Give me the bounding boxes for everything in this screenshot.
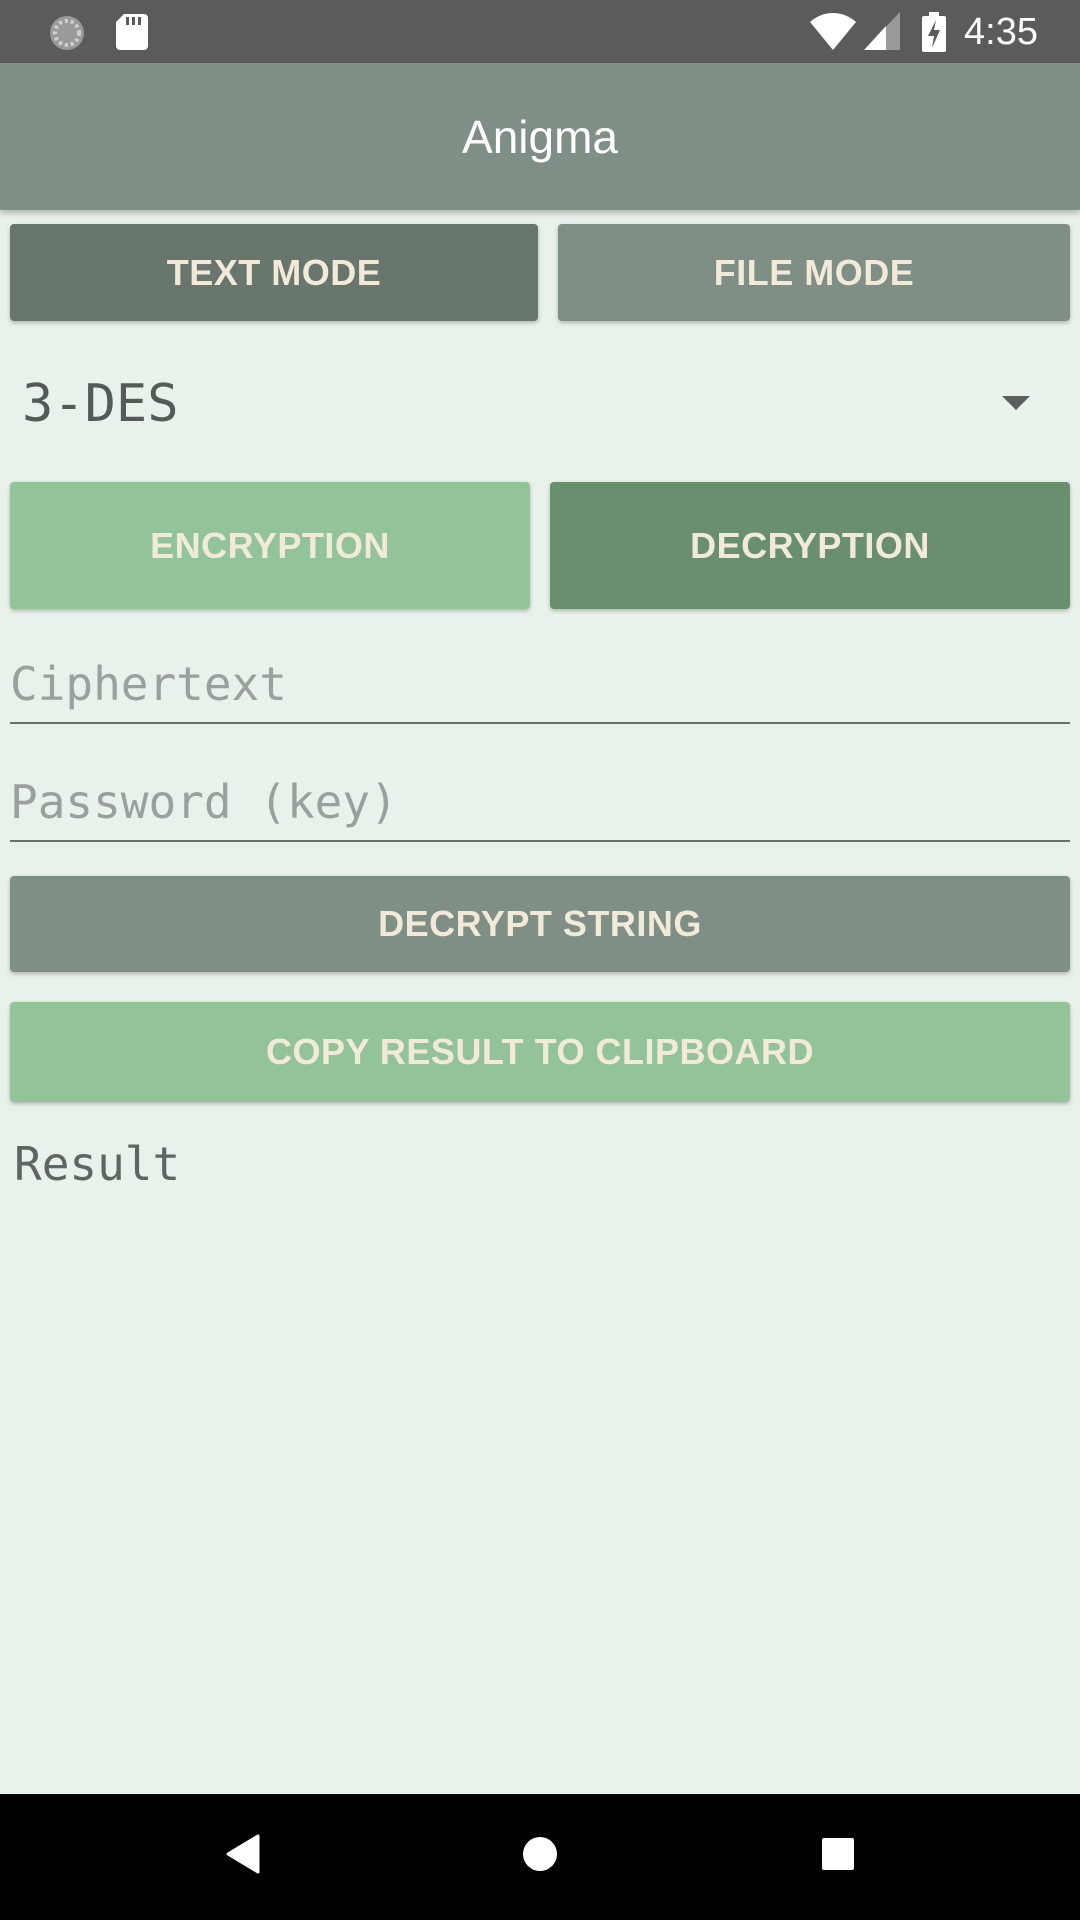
decryption-button[interactable]: DECRYPTION [550,482,1070,609]
copy-result-button[interactable]: COPY RESULT TO CLIPBOARD [10,1002,1070,1102]
result-text: Result [14,1137,181,1191]
wifi-icon [810,12,856,55]
dropdown-arrow-icon [1002,396,1030,410]
text-mode-button[interactable]: TEXT MODE [10,224,538,321]
status-time: 4:35 [964,11,1038,53]
app-bar: Anigma [0,63,1080,210]
password-field-container [10,760,1070,842]
back-icon[interactable] [224,1834,260,1879]
app-title: Anigma [462,111,618,163]
navigation-bar [0,1794,1080,1920]
algorithm-selected-value: 3-DES [22,374,179,434]
password-input[interactable] [10,774,1070,830]
decrypt-string-button[interactable]: DECRYPT STRING [10,876,1070,972]
battery-charging-icon [922,12,946,57]
algorithm-dropdown[interactable]: 3-DES [10,350,1070,460]
app-screen: 4:35 Anigma TEXT MODE FILE MODE 3-DES EN… [0,0,1080,1920]
ciphertext-field-container [10,642,1070,724]
status-bar: 4:35 [0,0,1080,63]
sync-icon [48,14,86,57]
recents-icon[interactable] [820,1834,856,1879]
sd-card-icon [116,14,148,55]
file-mode-button[interactable]: FILE MODE [558,224,1070,321]
encryption-button[interactable]: ENCRYPTION [10,482,530,609]
cell-signal-icon [864,12,900,55]
home-icon[interactable] [522,1834,558,1879]
ciphertext-input[interactable] [10,656,1070,712]
